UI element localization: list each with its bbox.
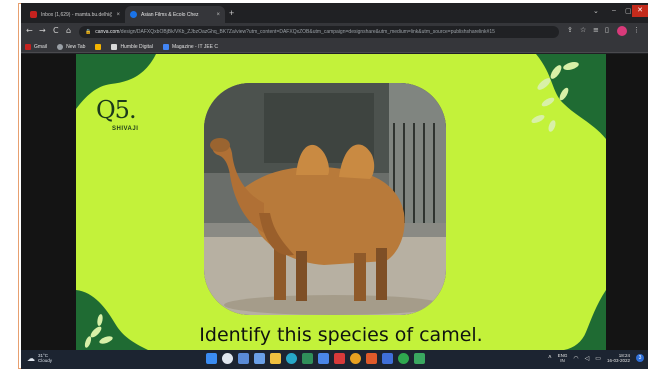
gmail-icon: [25, 43, 31, 50]
url-domain: canva.com: [95, 29, 120, 35]
menu-kebab-icon[interactable]: ⋮: [633, 26, 640, 34]
url-path: /design/DAFXQxbOBjBk/VKb_ZJbzOazGhq_BK7Z…: [119, 29, 495, 35]
windows-taskbar: ☁ 31°C Cloudy ˄ ENG IN ◠ ◁ ▭ 18:24 16-03…: [21, 350, 648, 369]
bookmark-new-tab[interactable]: New Tab: [57, 43, 86, 50]
bookmark-folder[interactable]: [95, 43, 102, 50]
bookmark-humble-digital[interactable]: Humble Digital: [111, 43, 153, 50]
left-margin-strip: [7, 3, 19, 369]
forward-button[interactable]: →: [39, 26, 46, 35]
wifi-icon[interactable]: ◠: [573, 355, 578, 362]
tab-label: Inbox (1,629) - mamta.bu.delhi@...: [41, 11, 113, 18]
volume-icon[interactable]: ◁: [585, 355, 590, 362]
search-icon[interactable]: [222, 353, 233, 364]
bookmark-star-icon[interactable]: ☆: [580, 26, 586, 34]
globe-icon: [57, 43, 64, 50]
weather-text: 31°C Cloudy: [38, 353, 52, 363]
profile-avatar[interactable]: [617, 26, 627, 36]
weather-widget[interactable]: ☁ 31°C Cloudy: [27, 353, 52, 363]
home-button[interactable]: ⌂: [66, 26, 71, 35]
canva-icon: [130, 11, 137, 18]
question-author: SHIVAJI: [112, 126, 139, 132]
chevron-up-icon[interactable]: ˄: [548, 355, 552, 361]
reload-button[interactable]: C: [53, 26, 59, 35]
region: IN: [560, 358, 565, 363]
bookmark-label: Magazine - IT JEE C: [171, 43, 218, 50]
brave-icon[interactable]: [366, 353, 377, 364]
top-right-leaf-blob: [531, 54, 606, 139]
screen: Inbox (1,629) - mamta.bu.delhi@... × Asi…: [21, 3, 648, 369]
windows-start-icon[interactable]: [206, 353, 217, 364]
close-icon[interactable]: ×: [216, 12, 220, 18]
system-tray: ˄ ENG IN ◠ ◁ ▭ 18:24 16-03-2022 3: [548, 353, 644, 363]
bookmark-label: Humble Digital: [120, 43, 153, 50]
taskbar-apps: [206, 353, 425, 364]
word-icon[interactable]: [382, 353, 393, 364]
close-icon[interactable]: ×: [116, 12, 120, 18]
store-icon[interactable]: [318, 353, 329, 364]
presentation-slide[interactable]: Q5. SHIVAJI Identify this species of cam…: [76, 54, 606, 350]
notification-badge[interactable]: 3: [636, 354, 644, 362]
restore-button[interactable]: ▢: [625, 7, 632, 15]
office-icon[interactable]: [334, 353, 345, 364]
date: 16-03-2022: [606, 358, 630, 363]
lock-icon: 🔒: [85, 29, 92, 35]
new-tab-button[interactable]: +: [229, 8, 234, 18]
reading-list-icon[interactable]: ≡: [593, 26, 599, 34]
bookmark-gmail[interactable]: Gmail: [25, 43, 48, 50]
camel-photo: [204, 83, 446, 315]
browser-toolbar: ← → C ⌂ 🔒 canva.com/design/DAFXQxbOBjBk/…: [21, 23, 648, 41]
battery-icon[interactable]: ▭: [595, 355, 601, 362]
meet-icon[interactable]: [414, 353, 425, 364]
question-caption: Identify this species of camel.: [199, 324, 483, 346]
bookmark-label: New Tab: [66, 43, 86, 50]
humble-icon: [111, 43, 118, 50]
bactrian-camel-image: [204, 83, 446, 315]
magazine-icon: [162, 43, 169, 50]
tab-search-icon[interactable]: ⌄: [593, 7, 599, 15]
address-bar[interactable]: 🔒 canva.com/design/DAFXQxbOBjBk/VKb_ZJbz…: [79, 26, 559, 38]
language-indicator[interactable]: ENG IN: [558, 353, 568, 363]
minimize-button[interactable]: –: [612, 7, 616, 14]
weather-condition: Cloudy: [38, 358, 53, 363]
bookmark-magazine[interactable]: Magazine - IT JEE C: [162, 43, 218, 50]
bookmarks-bar: Gmail New Tab Humble Digital Magazine - …: [21, 41, 648, 53]
cloud-icon: ☁: [27, 353, 35, 363]
folder-icon: [95, 43, 102, 50]
task-view-icon[interactable]: [238, 353, 249, 364]
excel-icon[interactable]: [302, 353, 313, 364]
gmail-icon: [30, 11, 37, 18]
tab-canva[interactable]: Asian Films & Ecolo Chez ×: [125, 6, 225, 23]
share-icon[interactable]: ⇪: [567, 26, 573, 34]
back-button[interactable]: ←: [26, 26, 33, 35]
edge-icon[interactable]: [286, 353, 297, 364]
tab-label: Asian Films & Ecolo Chez: [141, 11, 199, 18]
url-text: canva.com/design/DAFXQxbOBjBk/VKb_ZJbzOa…: [95, 29, 495, 35]
page-viewport: Q5. SHIVAJI Identify this species of cam…: [21, 54, 648, 350]
bookmark-label: Gmail: [34, 43, 48, 50]
tab-gmail-inbox[interactable]: Inbox (1,629) - mamta.bu.delhi@... ×: [25, 6, 125, 23]
close-window-button[interactable]: ✕: [632, 5, 648, 17]
tab-bar: Inbox (1,629) - mamta.bu.delhi@... × Asi…: [21, 3, 648, 23]
widgets-icon[interactable]: [254, 353, 265, 364]
side-panel-icon[interactable]: ▯: [605, 26, 609, 34]
chrome-icon[interactable]: [350, 353, 361, 364]
whatsapp-icon[interactable]: [398, 353, 409, 364]
clock[interactable]: 18:24 16-03-2022: [607, 353, 630, 363]
file-explorer-icon[interactable]: [270, 353, 281, 364]
question-number: Q5.: [96, 96, 137, 124]
